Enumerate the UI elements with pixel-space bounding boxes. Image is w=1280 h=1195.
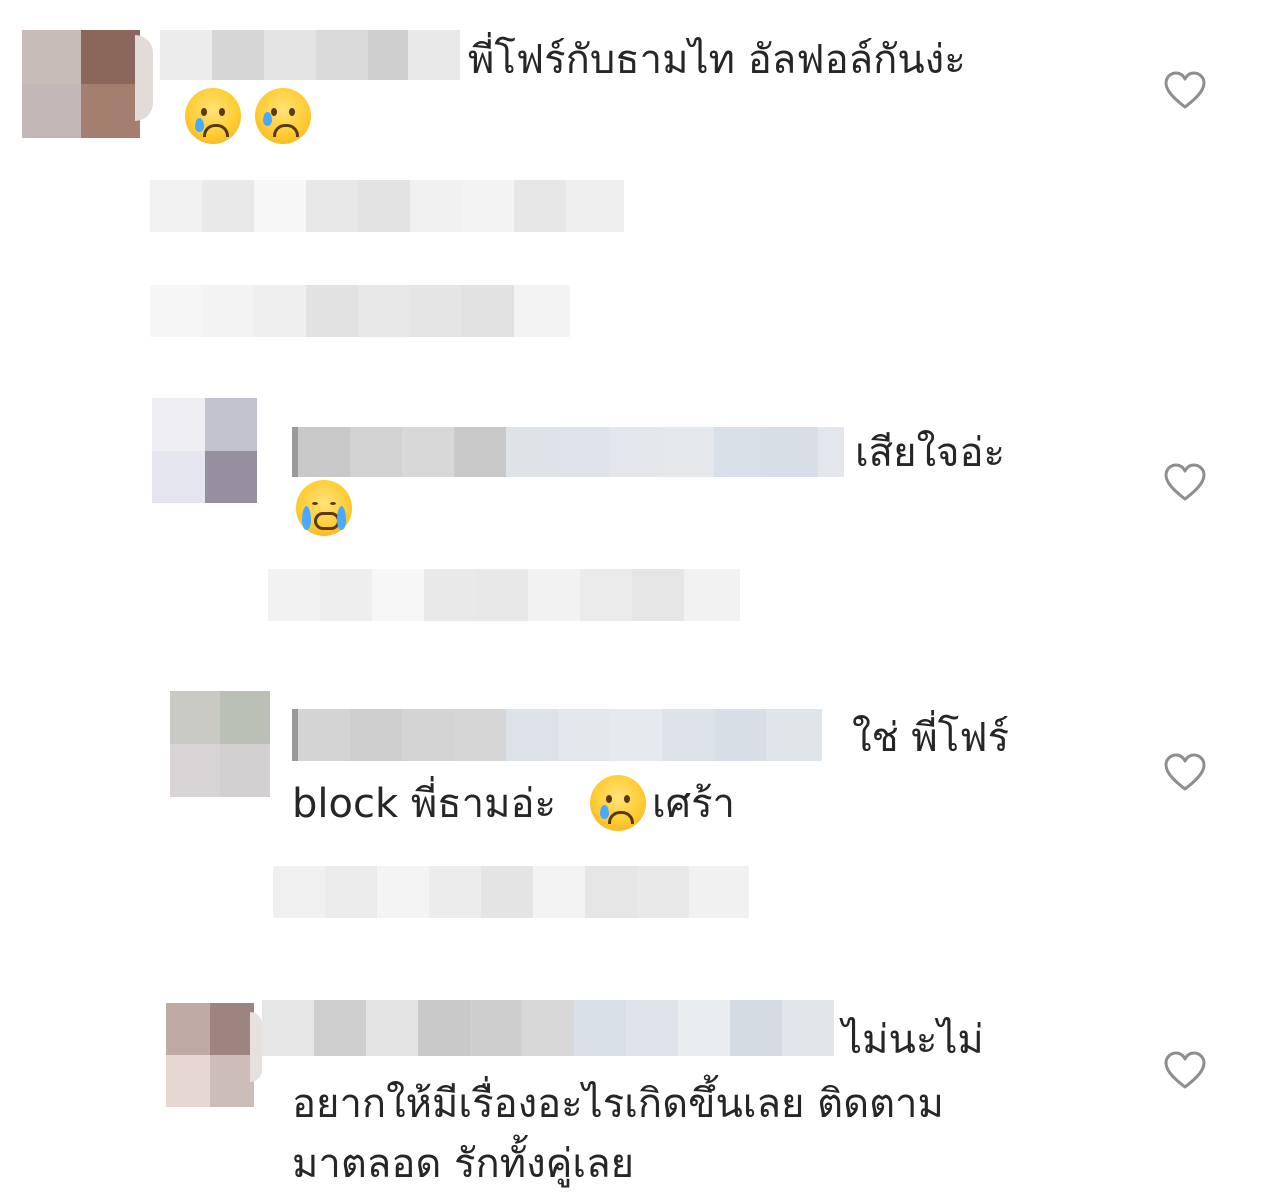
comment-meta-redacted — [273, 866, 749, 918]
heart-outline-icon[interactable] — [1163, 70, 1207, 110]
crying-face-emoji — [185, 88, 241, 144]
username-redacted[interactable] — [160, 30, 460, 80]
comment-text: เสียใจอ่ะ — [855, 430, 1005, 476]
comment-text-line2-end: เศร้า — [652, 781, 736, 827]
comment-text-line2: block พี่ธามอ่ะ — [292, 781, 556, 827]
comment-text: ใช่ พี่โฟร์ — [852, 715, 1010, 761]
crying-face-emoji — [590, 775, 646, 831]
avatar-ring — [250, 1012, 262, 1082]
username-redacted[interactable] — [292, 427, 848, 477]
avatar-ring — [135, 35, 153, 121]
comment-text: พี่โฟร์กับธามไท อัลฟอล์กันง่ะ — [468, 37, 966, 83]
username-redacted[interactable] — [292, 709, 826, 761]
heart-outline-icon[interactable] — [1163, 1050, 1207, 1090]
comment-text: ไม่นะไม่ — [842, 1017, 984, 1063]
comment-text-line3: มาตลอด รักทั้งคู่เลย — [292, 1141, 635, 1187]
comment-meta-redacted — [150, 180, 624, 232]
loudly-crying-face-emoji — [296, 480, 352, 536]
avatar[interactable] — [22, 30, 140, 138]
avatar[interactable] — [166, 1003, 254, 1107]
avatar[interactable] — [152, 398, 257, 503]
heart-outline-icon[interactable] — [1163, 752, 1207, 792]
heart-outline-icon[interactable] — [1163, 462, 1207, 502]
username-redacted[interactable] — [262, 1000, 834, 1056]
avatar[interactable] — [170, 691, 270, 797]
sad-relieved-face-emoji — [255, 88, 311, 144]
comment-text-line2: อยากให้มีเรื่องอะไรเกิดขึ้นเลย ติดตาม — [292, 1081, 944, 1127]
comment-meta-redacted — [268, 569, 740, 621]
view-replies-redacted[interactable] — [150, 285, 570, 337]
